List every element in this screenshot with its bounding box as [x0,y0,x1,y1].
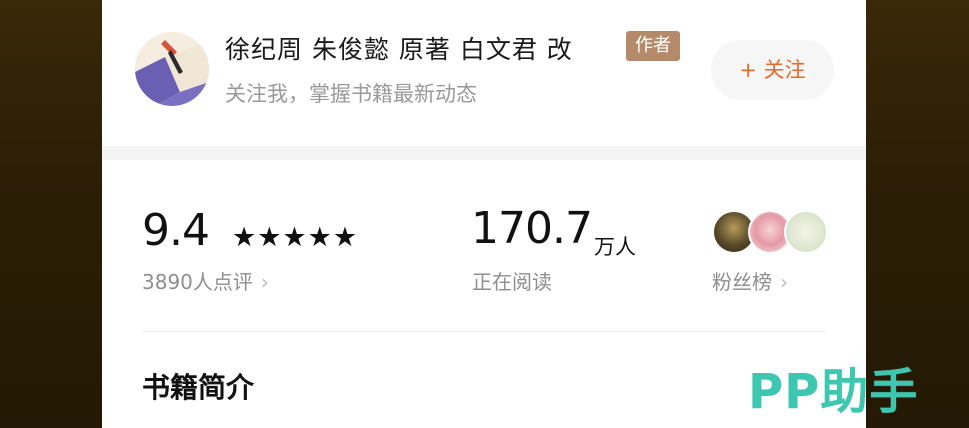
crane-logo-icon [135,32,209,106]
divider-line [142,331,826,332]
section-divider [102,146,866,160]
watermark-logo: PP助手 [748,364,919,420]
readers-label: 正在阅读 [472,270,552,294]
reviews-count: 3890人点评 [142,270,253,294]
fan-avatar [784,210,828,254]
rating-stars-icon: ★★★★★ [232,222,359,253]
readers-count: 170.7 [471,203,593,254]
author-badge: 作者 [626,31,680,61]
fans-ranking-link[interactable]: 粉丝榜 › [712,266,788,295]
chevron-right-icon: › [260,270,269,294]
author-name[interactable]: 徐纪周 朱俊懿 原著 白文君 改 [225,30,573,66]
author-avatar[interactable] [135,32,209,106]
author-subtitle: 关注我，掌握书籍最新动态 [225,82,477,106]
rating-score: 9.4 [142,205,210,256]
section-title: 书籍简介 [142,371,255,404]
fans-avatars[interactable] [712,210,828,254]
fans-label: 粉丝榜 [712,270,772,294]
reviews-link[interactable]: 3890人点评 › [142,266,269,295]
follow-button[interactable]: + 关注 [711,40,834,100]
readers-unit: 万人 [594,235,636,259]
chevron-right-icon: › [780,270,788,294]
